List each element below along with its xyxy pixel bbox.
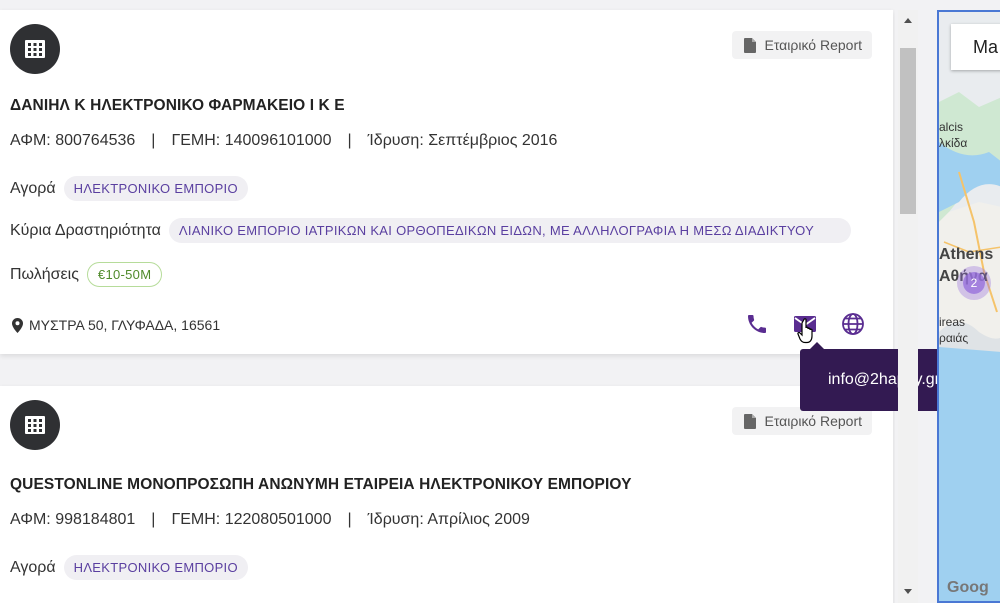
globe-icon: [842, 313, 864, 335]
map-type-button[interactable]: Ma: [951, 24, 1000, 70]
separator: |: [347, 132, 352, 149]
company-report-label: Εταιρικό Report: [764, 413, 862, 429]
scroll-thumb[interactable]: [900, 48, 916, 214]
company-building-icon: [10, 400, 60, 450]
company-name[interactable]: ΔΑΝΙΗΛ Κ ΗΛΕΚΤΡΟΝΙΚΟ ΦΑΡΜΑΚΕΙΟ Ι Κ Ε: [10, 97, 345, 115]
market-chip[interactable]: ΗΛΕΚΤΡΟΝΙΚΟ ΕΜΠΟΡΙΟ: [63, 176, 248, 201]
company-report-label: Εταιρικό Report: [764, 37, 862, 53]
phone-button[interactable]: [744, 311, 770, 337]
gemh-value: ΓΕΜΗ: 122080501000: [171, 511, 332, 528]
document-icon: [743, 413, 756, 429]
founded-value: Ίδρυση: Απρίλιος 2009: [367, 511, 530, 528]
map-label: λκίδα: [939, 136, 968, 150]
market-row: Αγορά ΗΛΕΚΤΡΟΝΙΚΟ ΕΜΠΟΡΙΟ: [10, 555, 248, 580]
phone-icon: [748, 315, 766, 333]
afm-value: ΑΦΜ: 800764536: [10, 132, 136, 149]
market-row: Αγορά ΗΛΕΚΤΡΟΝΙΚΟ ΕΜΠΟΡΙΟ: [10, 176, 248, 201]
document-icon: [743, 37, 756, 53]
hand-cursor-icon: [797, 318, 813, 344]
company-identifiers: ΑΦΜ: 998184801 | ΓΕΜΗ: 122080501000 | Ίδ…: [10, 511, 530, 529]
sales-row: Πωλήσεις €10-50M: [10, 262, 163, 287]
market-chip[interactable]: ΗΛΕΚΤΡΟΝΙΚΟ ΕΜΠΟΡΙΟ: [63, 555, 248, 580]
company-report-button[interactable]: Εταιρικό Report: [731, 407, 872, 435]
company-building-icon: [10, 24, 60, 74]
activity-chip[interactable]: ΛΙΑΝΙΚΟ ΕΜΠΟΡΙΟ ΙΑΤΡΙΚΩΝ ΚΑΙ ΟΡΘΟΠΕΔΙΚΩΝ…: [168, 218, 851, 243]
company-report-button[interactable]: Εταιρικό Report: [731, 31, 872, 59]
gemh-value: ΓΕΜΗ: 140096101000: [171, 132, 332, 149]
company-identifiers: ΑΦΜ: 800764536 | ΓΕΜΗ: 140096101000 | Ίδ…: [10, 132, 557, 150]
google-logo: Goog: [947, 579, 989, 596]
company-name[interactable]: QUESTONLINE ΜΟΝΟΠΡΟΣΩΠΗ ΑΝΩΝΥΜΗ ΕΤΑΙΡΕΙΑ…: [10, 476, 632, 494]
company-card: Εταιρικό Report ΔΑΝΙΗΛ Κ ΗΛΕΚΤΡΟΝΙΚΟ ΦΑΡ…: [0, 10, 893, 354]
address: ΜΥΣΤΡΑ 50, ΓΛΥΦΑΔΑ, 16561: [12, 317, 220, 333]
founded-value: Ίδρυση: Σεπτέμβριος 2016: [367, 132, 558, 149]
website-button[interactable]: [840, 311, 866, 337]
location-pin-icon: [12, 317, 23, 333]
map-cluster-marker[interactable]: 2: [963, 272, 985, 294]
separator: |: [151, 511, 156, 528]
results-list: Εταιρικό Report ΔΑΝΙΗΛ Κ ΗΛΕΚΤΡΟΝΙΚΟ ΦΑΡ…: [0, 0, 895, 603]
separator: |: [347, 511, 352, 528]
map-label: ireas: [939, 315, 966, 329]
activity-row: Κύρια Δραστηριότητα ΛΙΑΝΙΚΟ ΕΜΠΟΡΙΟ ΙΑΤΡ…: [10, 218, 851, 243]
map-tiles: [939, 12, 1000, 601]
separator: |: [151, 132, 156, 149]
scroll-down-arrow-icon[interactable]: [898, 581, 918, 601]
map-label: Athens: [939, 246, 994, 263]
map-panel[interactable]: Ma alcis λκίδα Athens Αθήνα ireas ραιάς …: [937, 10, 1000, 603]
market-label: Αγορά: [10, 558, 56, 576]
list-scrollbar[interactable]: [898, 10, 918, 603]
map-label: ραιάς: [939, 331, 969, 345]
afm-value: ΑΦΜ: 998184801: [10, 511, 136, 528]
company-card: Εταιρικό Report QUESTONLINE ΜΟΝΟΠΡΟΣΩΠΗ …: [0, 386, 893, 603]
address-text: ΜΥΣΤΡΑ 50, ΓΛΥΦΑΔΑ, 16561: [29, 317, 221, 333]
scroll-up-arrow-icon[interactable]: [898, 10, 918, 30]
sales-label: Πωλήσεις: [10, 265, 79, 283]
activity-label: Κύρια Δραστηριότητα: [10, 221, 161, 239]
map-label: alcis: [939, 120, 964, 134]
market-label: Αγορά: [10, 179, 56, 197]
sales-chip: €10-50M: [86, 262, 163, 287]
